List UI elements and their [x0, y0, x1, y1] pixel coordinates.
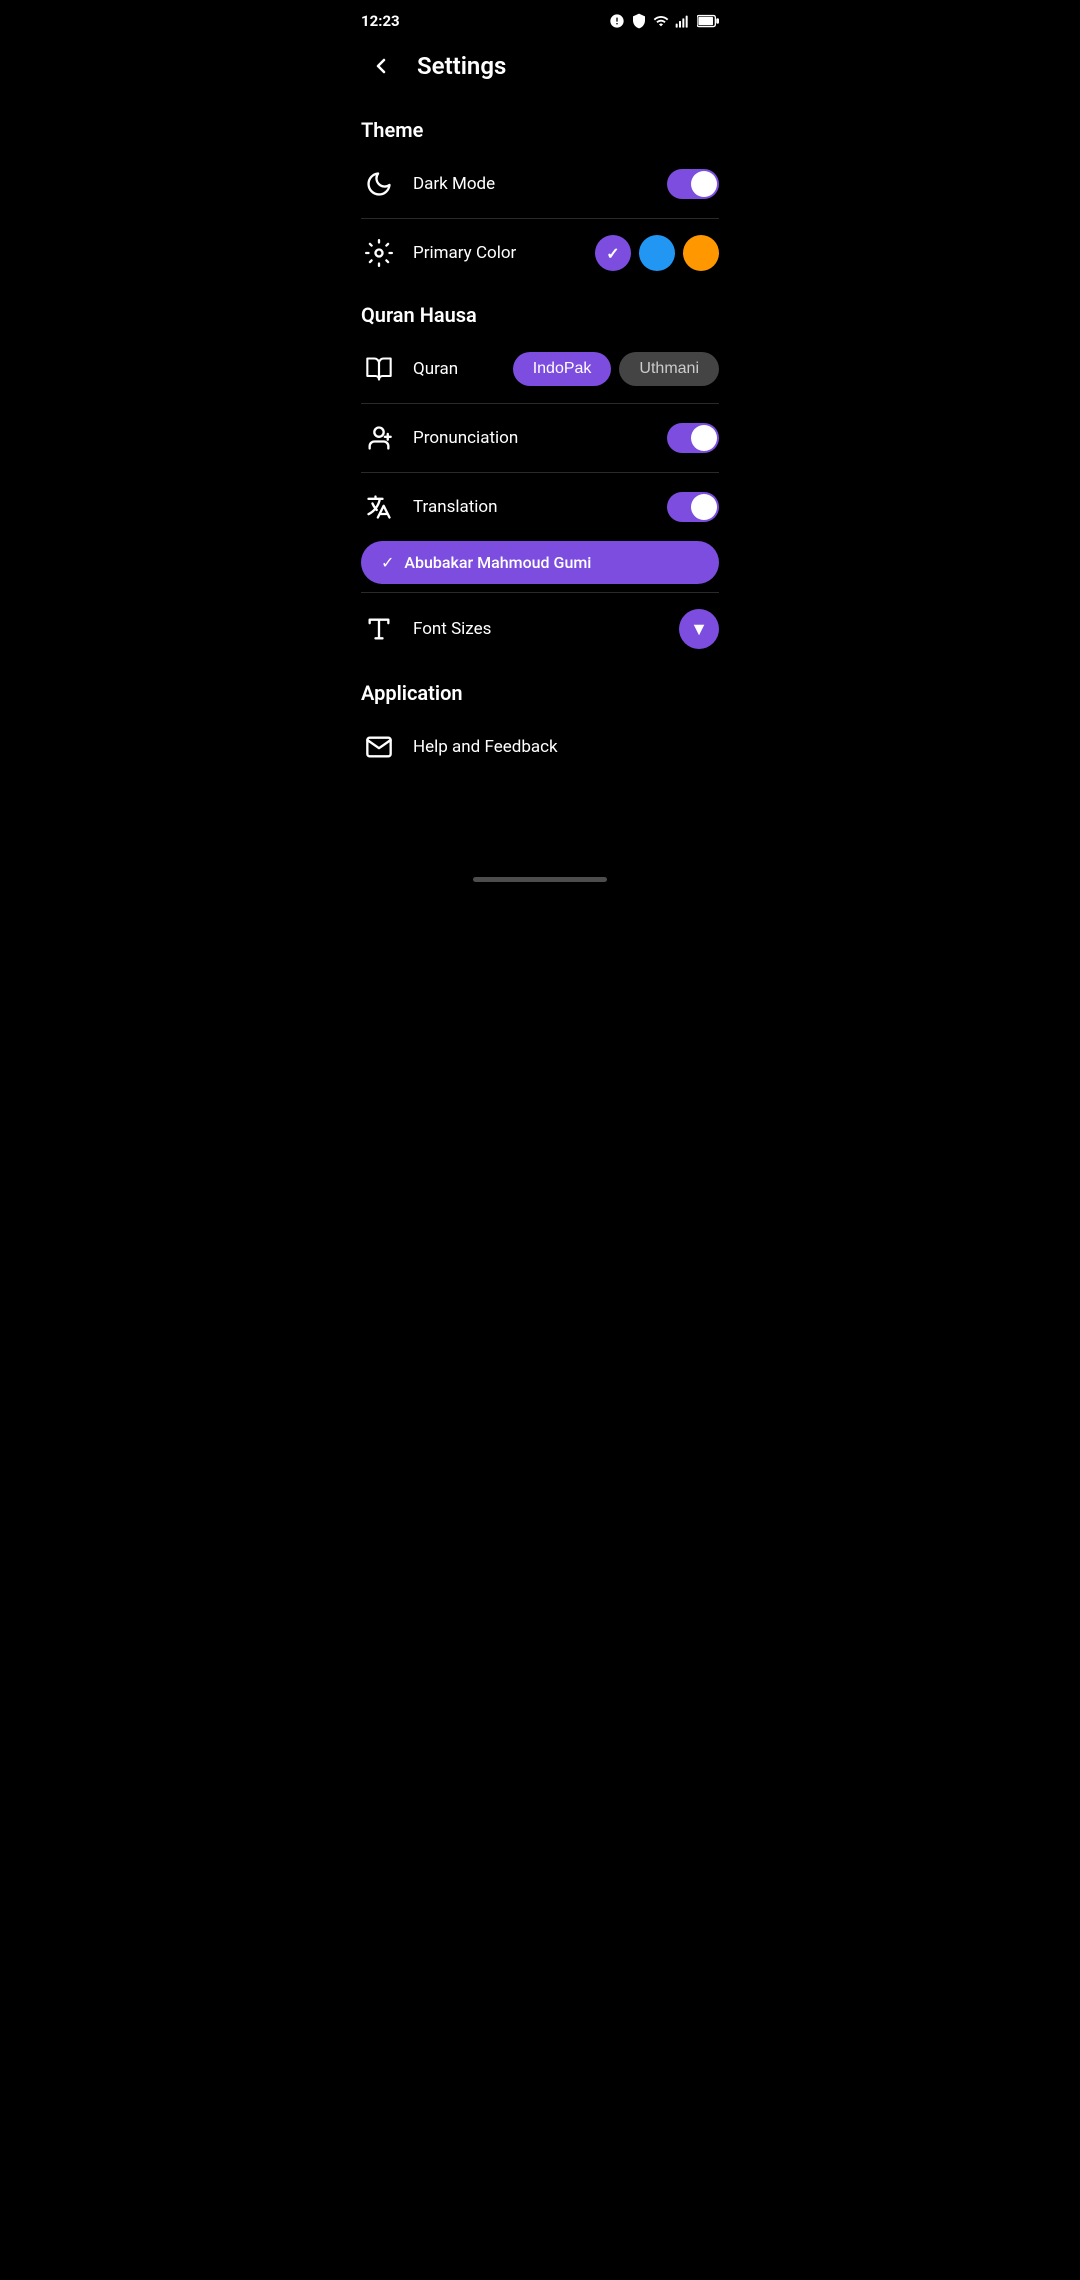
- quran-label: Quran: [413, 359, 497, 379]
- dark-mode-row[interactable]: Dark Mode: [345, 150, 735, 218]
- application-section-title: Application: [345, 665, 735, 713]
- theme-section-title: Theme: [345, 102, 735, 150]
- back-button[interactable]: [361, 46, 401, 86]
- translation-selector-check: ✓: [381, 553, 394, 572]
- status-time: 12:23: [361, 12, 400, 30]
- quran-hausa-section-title: Quran Hausa: [345, 287, 735, 335]
- pronunciation-row[interactable]: Pronunciation: [345, 404, 735, 472]
- dark-mode-toggle-knob: [691, 171, 717, 197]
- home-indicator: [473, 877, 607, 882]
- color-options: ✓: [595, 235, 719, 271]
- primary-color-row[interactable]: Primary Color ✓: [345, 219, 735, 287]
- pronunciation-icon: [361, 420, 397, 456]
- translation-row[interactable]: Translation: [345, 473, 735, 541]
- help-feedback-icon: [361, 729, 397, 765]
- primary-color-label: Primary Color: [413, 243, 579, 263]
- quran-row[interactable]: Quran IndoPak Uthmani: [345, 335, 735, 403]
- translation-label: Translation: [413, 497, 651, 517]
- dark-mode-icon: [361, 166, 397, 202]
- indopak-btn[interactable]: IndoPak: [513, 352, 612, 386]
- header: Settings: [345, 38, 735, 102]
- wifi-icon: [653, 13, 669, 29]
- pronunciation-label: Pronunciation: [413, 428, 651, 448]
- notification-icon: [609, 13, 625, 29]
- font-sizes-label: Font Sizes: [413, 619, 663, 639]
- dark-mode-label: Dark Mode: [413, 174, 651, 194]
- color-purple[interactable]: ✓: [595, 235, 631, 271]
- translation-selector[interactable]: ✓ Abubakar Mahmoud Gumi: [361, 541, 719, 584]
- translation-icon: [361, 489, 397, 525]
- uthmani-btn[interactable]: Uthmani: [619, 352, 719, 386]
- help-feedback-label: Help and Feedback: [413, 737, 719, 757]
- color-blue[interactable]: [639, 235, 675, 271]
- help-feedback-row[interactable]: Help and Feedback: [345, 713, 735, 781]
- pronunciation-toggle-knob: [691, 425, 717, 451]
- primary-color-icon: [361, 235, 397, 271]
- color-orange[interactable]: [683, 235, 719, 271]
- font-sizes-row[interactable]: Font Sizes ▼: [345, 593, 735, 665]
- status-bar: 12:23: [345, 0, 735, 38]
- translation-toggle-knob: [691, 494, 717, 520]
- font-sizes-dropdown-btn[interactable]: ▼: [679, 609, 719, 649]
- status-icons: [609, 13, 719, 29]
- color-purple-check: ✓: [606, 244, 619, 263]
- dark-mode-toggle[interactable]: [667, 169, 719, 199]
- quran-icon: [361, 351, 397, 387]
- battery-icon: [697, 14, 719, 28]
- shield-icon: [631, 13, 647, 29]
- signal-icon: [675, 13, 691, 29]
- page-title: Settings: [417, 52, 506, 80]
- dropdown-arrow-icon: ▼: [690, 619, 708, 640]
- pronunciation-toggle[interactable]: [667, 423, 719, 453]
- translation-selector-name: Abubakar Mahmoud Gumi: [404, 553, 591, 572]
- back-arrow-icon: [369, 54, 393, 78]
- translation-toggle[interactable]: [667, 492, 719, 522]
- quran-style-buttons: IndoPak Uthmani: [513, 352, 719, 386]
- font-sizes-icon: [361, 611, 397, 647]
